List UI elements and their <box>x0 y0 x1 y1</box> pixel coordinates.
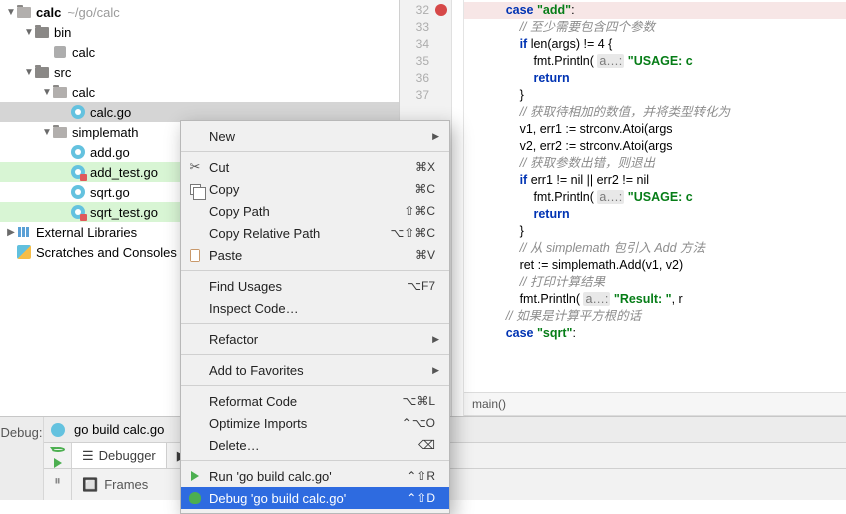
ctx-refactor[interactable]: Refactor <box>181 328 449 350</box>
go-file-icon <box>70 184 86 200</box>
rerun-icon[interactable] <box>51 447 65 452</box>
ctx-delete[interactable]: Delete…⌫ <box>181 434 449 456</box>
go-file-icon <box>70 104 86 120</box>
context-menu[interactable]: New ✂Cut⌘X Copy⌘C Copy Path⇧⌘C Copy Rela… <box>180 120 450 514</box>
tree-path-hint: ~/go/calc <box>67 5 119 20</box>
cut-icon: ✂ <box>187 159 203 175</box>
debugger-tab-icon: ☰ <box>82 448 94 464</box>
scratches-icon <box>16 244 32 260</box>
tree-bin[interactable]: ▼ bin <box>0 22 399 42</box>
ctx-copy-relative-path[interactable]: Copy Relative Path⌥⇧⌘C <box>181 222 449 244</box>
go-file-icon <box>70 144 86 160</box>
chevron-down-icon: ▼ <box>24 27 34 38</box>
ctx-paste[interactable]: Paste⌘V <box>181 244 449 266</box>
paste-icon <box>187 249 203 262</box>
code-editor[interactable]: 323334353637 case "add": // 至少需要包含四个参数 i… <box>400 0 846 416</box>
chevron-right-icon: ▶ <box>6 227 16 238</box>
step-icon[interactable]: ⏸ <box>54 473 61 489</box>
frames-panel[interactable]: 🔲 Frames <box>72 469 158 500</box>
chevron-down-icon: ▼ <box>6 7 16 18</box>
chevron-down-icon: ▼ <box>42 127 52 138</box>
ctx-run[interactable]: Run 'go build calc.go'⌃⇧R <box>181 465 449 487</box>
library-icon <box>16 224 32 240</box>
ctx-new[interactable]: New <box>181 125 449 147</box>
ctx-reformat-code[interactable]: Reformat Code⌥⌘L <box>181 390 449 412</box>
ctx-debug[interactable]: Debug 'go build calc.go'⌃⇧D <box>181 487 449 509</box>
copy-icon <box>187 184 203 195</box>
tab-debugger[interactable]: ☰ Debugger <box>72 443 167 468</box>
breadcrumb-bar[interactable]: main() <box>464 392 846 416</box>
ctx-copy[interactable]: Copy⌘C <box>181 178 449 200</box>
fold-strip[interactable] <box>452 0 464 416</box>
ctx-inspect-code[interactable]: Inspect Code… <box>181 297 449 319</box>
run-icon <box>187 471 203 481</box>
code-area[interactable]: case "add": // 至少需要包含四个参数 if len(args) !… <box>464 0 846 416</box>
ctx-copy-path[interactable]: Copy Path⇧⌘C <box>181 200 449 222</box>
tree-label: calc <box>36 5 61 20</box>
binary-icon <box>52 44 68 60</box>
run-config-icon <box>50 422 66 438</box>
tree-bin-calc[interactable]: calc <box>0 42 399 62</box>
ctx-add-to-favorites[interactable]: Add to Favorites <box>181 359 449 381</box>
go-test-file-icon <box>70 164 86 180</box>
tree-calc-go[interactable]: calc.go <box>0 102 399 122</box>
ctx-optimize-imports[interactable]: Optimize Imports⌃⌥O <box>181 412 449 434</box>
ctx-cut[interactable]: ✂Cut⌘X <box>181 156 449 178</box>
ctx-find-usages[interactable]: Find Usages⌥F7 <box>181 275 449 297</box>
breadcrumb-item[interactable]: main() <box>472 397 506 411</box>
debug-label: Debug: <box>0 417 44 500</box>
tree-root-calc[interactable]: ▼ calc ~/go/calc <box>0 2 399 22</box>
debug-icon <box>187 492 203 504</box>
go-test-file-icon <box>70 204 86 220</box>
tree-src-calc[interactable]: ▼ calc <box>0 82 399 102</box>
run-config-name: go build calc.go <box>74 422 164 437</box>
resume-icon[interactable] <box>54 458 62 468</box>
tree-src[interactable]: ▼ src <box>0 62 399 82</box>
chevron-down-icon: ▼ <box>24 67 34 78</box>
chevron-down-icon: ▼ <box>42 87 52 98</box>
frames-icon: 🔲 <box>82 477 98 493</box>
